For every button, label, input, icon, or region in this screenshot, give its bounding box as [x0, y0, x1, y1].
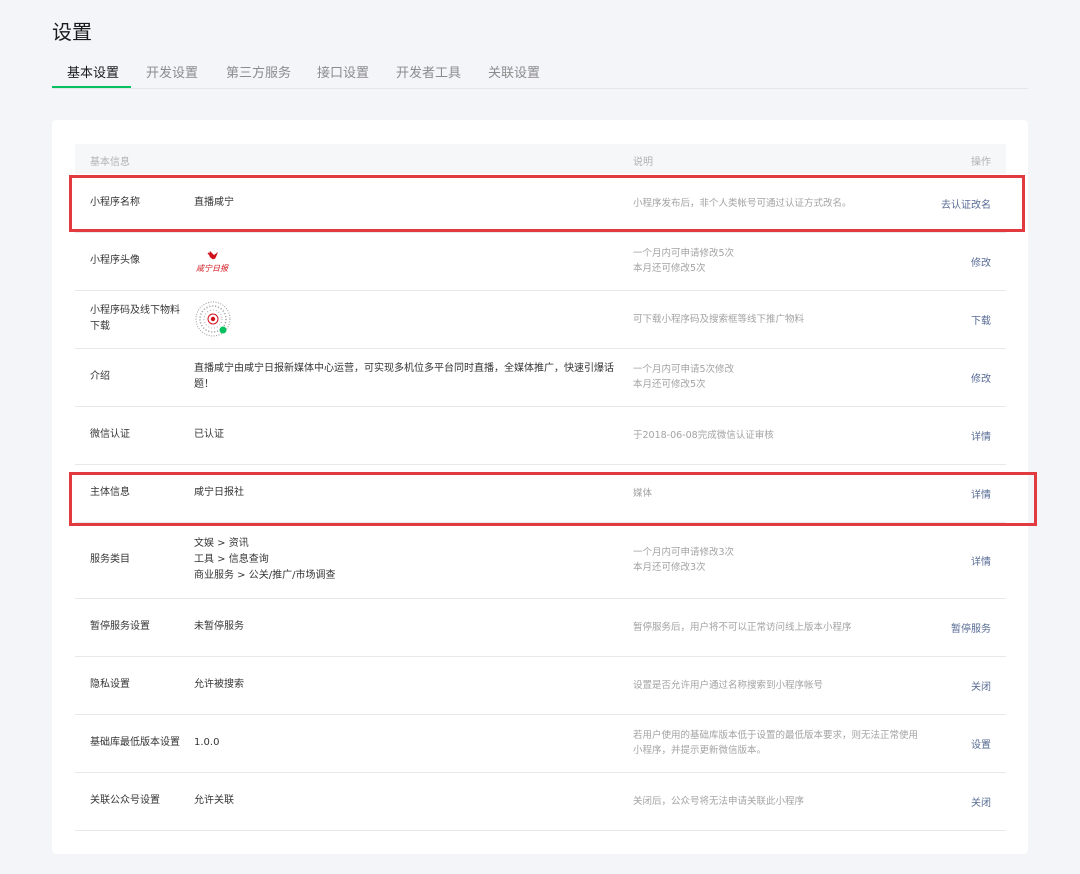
tab-dev-tools[interactable]: 开发者工具	[396, 62, 461, 88]
row-value: 文娱 > 资讯 工具 > 信息查询 商业服务 > 公关/推广/市场调查	[194, 522, 619, 598]
category-item: 商业服务 > 公关/推广/市场调查	[194, 570, 336, 581]
logo-caption: 咸宁日报	[196, 264, 229, 273]
settings-card: 基本信息 说明 操作 小程序名称 直播咸宁 小程序发布后，非个人类帐号可通过认证…	[52, 120, 1028, 854]
row-value: 已认证	[194, 429, 224, 440]
row-label: 小程序头像	[90, 255, 140, 266]
row-description: 若用户使用的基础库版本低于设置的最低版本要求，则无法正常使用小程序，并提示更新微…	[633, 730, 919, 756]
edit-intro-link[interactable]: 修改	[971, 348, 991, 406]
row-description: 一个月内可申请修改3次 本月还可修改3次	[633, 522, 923, 598]
tab-third-party[interactable]: 第三方服务	[226, 62, 291, 88]
table-row-pause: 暂停服务设置 未暂停服务 暂停服务后，用户将不可以正常访问线上版本小程序 暂停服…	[75, 598, 1006, 657]
desc-line: 本月还可修改5次	[633, 379, 706, 390]
table-row-qrcode: 小程序码及线下物料下载 可下载小程序码及搜索框等线下推广物料 下载	[75, 290, 1006, 349]
table-row-entity: 主体信息 咸宁日报社 媒体 详情	[75, 464, 1006, 523]
desc-line: 本月还可修改5次	[633, 263, 706, 274]
table-row-name: 小程序名称 直播咸宁 小程序发布后，非个人类帐号可通过认证方式改名。 去认证改名	[75, 174, 1006, 233]
linked-account-close-link[interactable]: 关闭	[971, 772, 991, 830]
desc-line: 本月还可修改3次	[633, 562, 706, 573]
rename-by-verification-link[interactable]: 去认证改名	[941, 174, 991, 232]
tab-bar: 基本设置 开发设置 第三方服务 接口设置 开发者工具 关联设置	[52, 56, 1028, 89]
row-value: 直播咸宁由咸宁日报新媒体中心运营，可实现多机位多平台同时直播，全媒体推广，快速引…	[194, 363, 614, 390]
tab-basic-settings[interactable]: 基本设置	[67, 62, 119, 88]
row-label: 主体信息	[90, 487, 130, 498]
row-value: 咸宁日报	[194, 232, 619, 290]
row-label: 介绍	[90, 371, 110, 382]
table-row-avatar: 小程序头像 咸宁日报 一个月内可申请修改5次 本月还可修改5次 修改	[75, 232, 1006, 291]
row-value: 允许关联	[194, 795, 234, 806]
row-description: 媒体	[633, 487, 653, 499]
header-description: 说明	[633, 157, 653, 168]
mini-program-code-icon	[194, 300, 232, 338]
row-label: 小程序名称	[90, 197, 140, 208]
category-item: 文娱 > 资讯	[194, 538, 249, 549]
row-value: 允许被搜索	[194, 679, 244, 690]
privacy-close-link[interactable]: 关闭	[971, 656, 991, 714]
desc-line: 一个月内可申请5次修改	[633, 364, 735, 375]
row-description: 可下载小程序码及搜索框等线下推广物料	[633, 313, 805, 325]
entity-details-link[interactable]: 详情	[971, 464, 991, 522]
row-label: 暂停服务设置	[90, 621, 150, 632]
verification-details-link[interactable]: 详情	[971, 406, 991, 464]
row-description: 设置是否允许用户通过名称搜索到小程序帐号	[633, 679, 824, 691]
row-label: 小程序码及线下物料下载	[90, 305, 180, 332]
edit-avatar-link[interactable]: 修改	[971, 232, 991, 290]
table-header: 基本信息 说明 操作	[75, 144, 1006, 174]
tab-dev-settings[interactable]: 开发设置	[146, 62, 198, 88]
row-label: 微信认证	[90, 429, 130, 440]
pause-service-link[interactable]: 暂停服务	[951, 598, 991, 656]
tab-api-settings[interactable]: 接口设置	[317, 62, 369, 88]
download-link[interactable]: 下载	[971, 290, 991, 348]
header-basic-info: 基本信息	[90, 157, 130, 168]
row-description: 一个月内可申请5次修改 本月还可修改5次	[633, 348, 923, 406]
categories-details-link[interactable]: 详情	[971, 522, 991, 598]
desc-line: 一个月内可申请修改3次	[633, 547, 735, 558]
table-row-base-library: 基础库最低版本设置 1.0.0 若用户使用的基础库版本低于设置的最低版本要求，则…	[75, 714, 1006, 773]
row-label: 服务类目	[90, 554, 130, 565]
row-value: 未暂停服务	[194, 621, 244, 632]
table-row-linked-account: 关联公众号设置 允许关联 关闭后，公众号将无法申请关联此小程序 关闭	[75, 772, 1006, 831]
table-row-categories: 服务类目 文娱 > 资讯 工具 > 信息查询 商业服务 > 公关/推广/市场调查…	[75, 522, 1006, 599]
row-description: 小程序发布后，非个人类帐号可通过认证方式改名。	[633, 197, 852, 209]
desc-line: 一个月内可申请修改5次	[633, 248, 735, 259]
table-row-intro: 介绍 直播咸宁由咸宁日报新媒体中心运营，可实现多机位多平台同时直播，全媒体推广，…	[75, 348, 1006, 407]
row-label: 基础库最低版本设置	[90, 737, 180, 748]
row-label: 隐私设置	[90, 679, 130, 690]
row-value	[194, 290, 619, 348]
row-label: 关联公众号设置	[90, 795, 160, 806]
row-description: 关闭后，公众号将无法申请关联此小程序	[633, 795, 805, 807]
xianning-daily-logo-icon: 咸宁日报	[194, 249, 240, 273]
active-tab-indicator	[52, 86, 131, 88]
category-item: 工具 > 信息查询	[194, 554, 269, 565]
table-row-verification: 微信认证 已认证 于2018-06-08完成微信认证审核 详情	[75, 406, 1006, 465]
base-library-settings-link[interactable]: 设置	[971, 714, 991, 772]
row-value: 咸宁日报社	[194, 487, 244, 498]
table-row-privacy: 隐私设置 允许被搜索 设置是否允许用户通过名称搜索到小程序帐号 关闭	[75, 656, 1006, 715]
header-operation: 操作	[971, 157, 991, 168]
tab-link-settings[interactable]: 关联设置	[488, 62, 540, 88]
row-description: 暂停服务后，用户将不可以正常访问线上版本小程序	[633, 621, 852, 633]
row-value: 1.0.0	[194, 737, 220, 748]
row-description: 于2018-06-08完成微信认证审核	[633, 429, 774, 441]
row-value: 直播咸宁	[194, 197, 234, 208]
row-description: 一个月内可申请修改5次 本月还可修改5次	[633, 232, 923, 290]
page-title: 设置	[52, 20, 92, 44]
